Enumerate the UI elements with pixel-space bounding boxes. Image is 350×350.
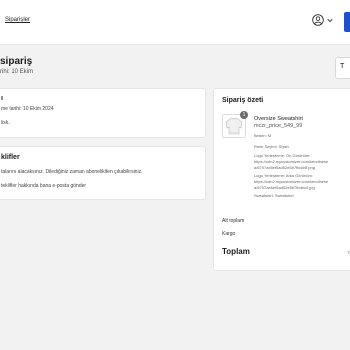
- chevron-down-icon[interactable]: [327, 18, 333, 23]
- quantity-badge: 1: [240, 111, 248, 119]
- offers-card: klifler talarını alacaksınız. Dilediğini…: [0, 146, 206, 200]
- product-sku: mczr_price_549_99: [254, 123, 303, 129]
- total-label: Toplam: [222, 247, 250, 256]
- front-logo-label: Logo Yerleştirme: Ön Görünüm:: [254, 153, 311, 158]
- top-bar: Siparişler: [0, 0, 350, 45]
- page-action-label: T: [340, 63, 345, 70]
- product-size: Beden: M: [254, 133, 272, 138]
- details-heading: ı: [1, 95, 3, 102]
- details-line-text: lisk.: [1, 120, 10, 126]
- product-color: Renk Seçimi: Siyah: [254, 144, 289, 149]
- offers-description: talarını alacaksınız. Dilediğiniz zaman …: [1, 169, 143, 175]
- offers-email-optin[interactable]: teklifler hakkında bana e-posta gönder: [1, 183, 86, 189]
- page-action-button[interactable]: T: [335, 57, 350, 79]
- nav-link-orders[interactable]: Siparişler: [5, 17, 30, 23]
- back-logo-url-1: https://cdn2.mycustomizer.com/kendinese: [254, 179, 329, 184]
- offers-heading: klifler: [1, 154, 20, 161]
- sweatshirt-option: Sweatshirt: Sweatshirt: [254, 193, 294, 198]
- header-primary-button[interactable]: [344, 12, 350, 32]
- shipping-label: Kargo: [222, 231, 236, 237]
- page-subtitle: rihi: 10 Ekim: [0, 69, 34, 75]
- product-title: Oversize Sweatshirt: [254, 116, 303, 122]
- back-logo-label: Logo Yerleştirme: Arka Görünüm:: [254, 173, 313, 178]
- summary-heading: Sipariş özeti: [222, 97, 264, 104]
- details-line-date: me tarihi: 10 Ekim 2024: [1, 106, 54, 112]
- front-logo-url-2: a/6707ac6ef5ad52e5b7fbdd4f.png: [254, 165, 315, 170]
- order-details-card: ı me tarihi: 10 Ekim 2024 lisk.: [0, 88, 206, 138]
- page-title: sipariş: [0, 56, 33, 67]
- order-summary: Sipariş özeti 1 Oversize Sweatshirt mczr…: [213, 88, 350, 271]
- subtotal-label: Alt toplam: [222, 218, 245, 224]
- front-logo-url-1: https://cdn2.mycustomizer.com/kendinese: [254, 159, 329, 164]
- user-circle-icon[interactable]: [312, 14, 324, 26]
- back-logo-url-2: a/6707ae6ef5ad52e5b7fbdec5.jpg: [254, 185, 315, 190]
